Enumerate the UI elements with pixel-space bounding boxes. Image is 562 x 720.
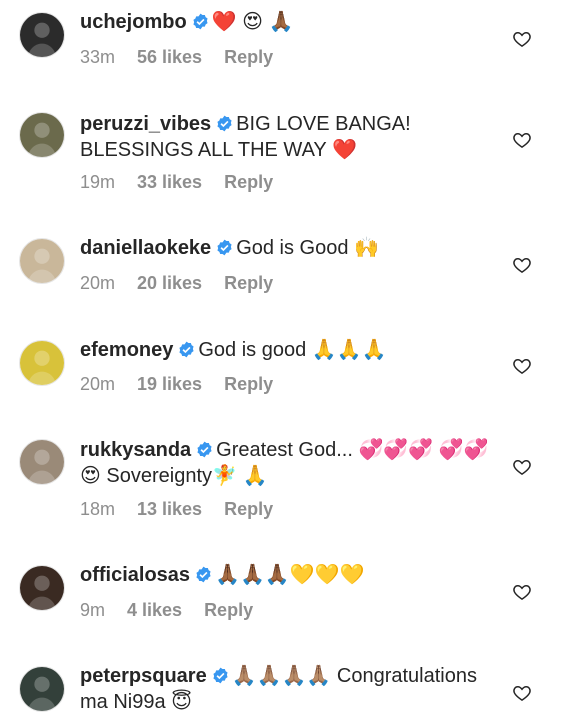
- comment-text: ❤️ 😍 🙏🏾: [211, 11, 294, 33]
- reply-button[interactable]: Reply: [224, 499, 273, 519]
- comment-text: God is good 🙏🙏🙏: [198, 339, 387, 361]
- reply-button[interactable]: Reply: [224, 172, 273, 192]
- verified-badge-icon: [212, 667, 229, 684]
- username-link[interactable]: peterpsquare: [80, 665, 207, 687]
- comment-body: daniellaokeke God is Good 🙌: [80, 235, 490, 261]
- like-heart-icon[interactable]: [512, 255, 532, 275]
- like-heart-icon[interactable]: [512, 356, 532, 376]
- verified-badge-icon: [178, 341, 195, 358]
- reply-button[interactable]: Reply: [224, 273, 273, 293]
- likes-count-button[interactable]: 4 likes: [127, 600, 182, 620]
- likes-count-button[interactable]: 56 likes: [137, 47, 202, 67]
- comment-body: officialosas 🙏🏾🙏🏾🙏🏾💛💛💛: [80, 562, 490, 588]
- avatar[interactable]: [19, 340, 65, 386]
- comment-text: 🙏🏾🙏🏾🙏🏾💛💛💛: [215, 564, 365, 586]
- verified-badge-icon: [216, 115, 233, 132]
- timestamp: 20m: [80, 374, 116, 394]
- username-link[interactable]: uchejombo: [80, 11, 187, 33]
- timestamp: 20m: [80, 273, 116, 293]
- comment-meta: 18m 13 likes Reply: [80, 499, 273, 520]
- timestamp: 18m: [80, 499, 116, 519]
- username-link[interactable]: efemoney: [80, 339, 173, 361]
- avatar[interactable]: [19, 12, 65, 58]
- like-heart-icon[interactable]: [512, 457, 532, 477]
- avatar[interactable]: [19, 439, 65, 485]
- comment-text: God is Good 🙌: [236, 237, 379, 259]
- verified-badge-icon: [216, 239, 233, 256]
- like-heart-icon[interactable]: [512, 683, 532, 703]
- comment-body: rukkysanda Greatest God... 💞💞💞 💞💞😍 Sovere…: [80, 437, 490, 489]
- reply-button[interactable]: Reply: [224, 374, 273, 394]
- avatar[interactable]: [19, 238, 65, 284]
- comment-meta: 33m 56 likes Reply: [80, 47, 273, 68]
- like-heart-icon[interactable]: [512, 29, 532, 49]
- like-heart-icon[interactable]: [512, 130, 532, 150]
- comment-meta: 19m 33 likes Reply: [80, 172, 273, 193]
- comment-body: uchejombo ❤️ 😍 🙏🏾: [80, 9, 490, 35]
- reply-button[interactable]: Reply: [204, 600, 253, 620]
- likes-count-button[interactable]: 20 likes: [137, 273, 202, 293]
- timestamp: 9m: [80, 600, 106, 620]
- username-link[interactable]: officialosas: [80, 564, 190, 586]
- verified-badge-icon: [196, 441, 213, 458]
- username-link[interactable]: daniellaokeke: [80, 237, 211, 259]
- timestamp: 19m: [80, 172, 116, 192]
- comment-meta: 20m 19 likes Reply: [80, 374, 273, 395]
- verified-badge-icon: [195, 566, 212, 583]
- avatar[interactable]: [19, 565, 65, 611]
- username-link[interactable]: peruzzi_vibes: [80, 113, 211, 135]
- username-link[interactable]: rukkysanda: [80, 439, 191, 461]
- timestamp: 33m: [80, 47, 116, 67]
- comment-meta: 9m 4 likes Reply: [80, 600, 253, 621]
- avatar[interactable]: [19, 112, 65, 158]
- verified-badge-icon: [192, 13, 209, 30]
- reply-button[interactable]: Reply: [224, 47, 273, 67]
- likes-count-button[interactable]: 13 likes: [137, 499, 202, 519]
- avatar[interactable]: [19, 666, 65, 712]
- comment-body: peruzzi_vibes BIG LOVE BANGA! BLESSINGS A…: [80, 111, 490, 163]
- likes-count-button[interactable]: 19 likes: [137, 374, 202, 394]
- comment-list: uchejombo ❤️ 😍 🙏🏾 33m 56 likes Reply peruzzi_…: [0, 0, 562, 720]
- likes-count-button[interactable]: 33 likes: [137, 172, 202, 192]
- like-heart-icon[interactable]: [512, 582, 532, 602]
- comment-body: efemoney God is good 🙏🙏🙏: [80, 337, 490, 363]
- comment-meta: 20m 20 likes Reply: [80, 273, 273, 294]
- comment-body: peterpsquare 🙏🏽🙏🏽🙏🏽🙏🏽 Congratulations ma …: [80, 663, 490, 715]
